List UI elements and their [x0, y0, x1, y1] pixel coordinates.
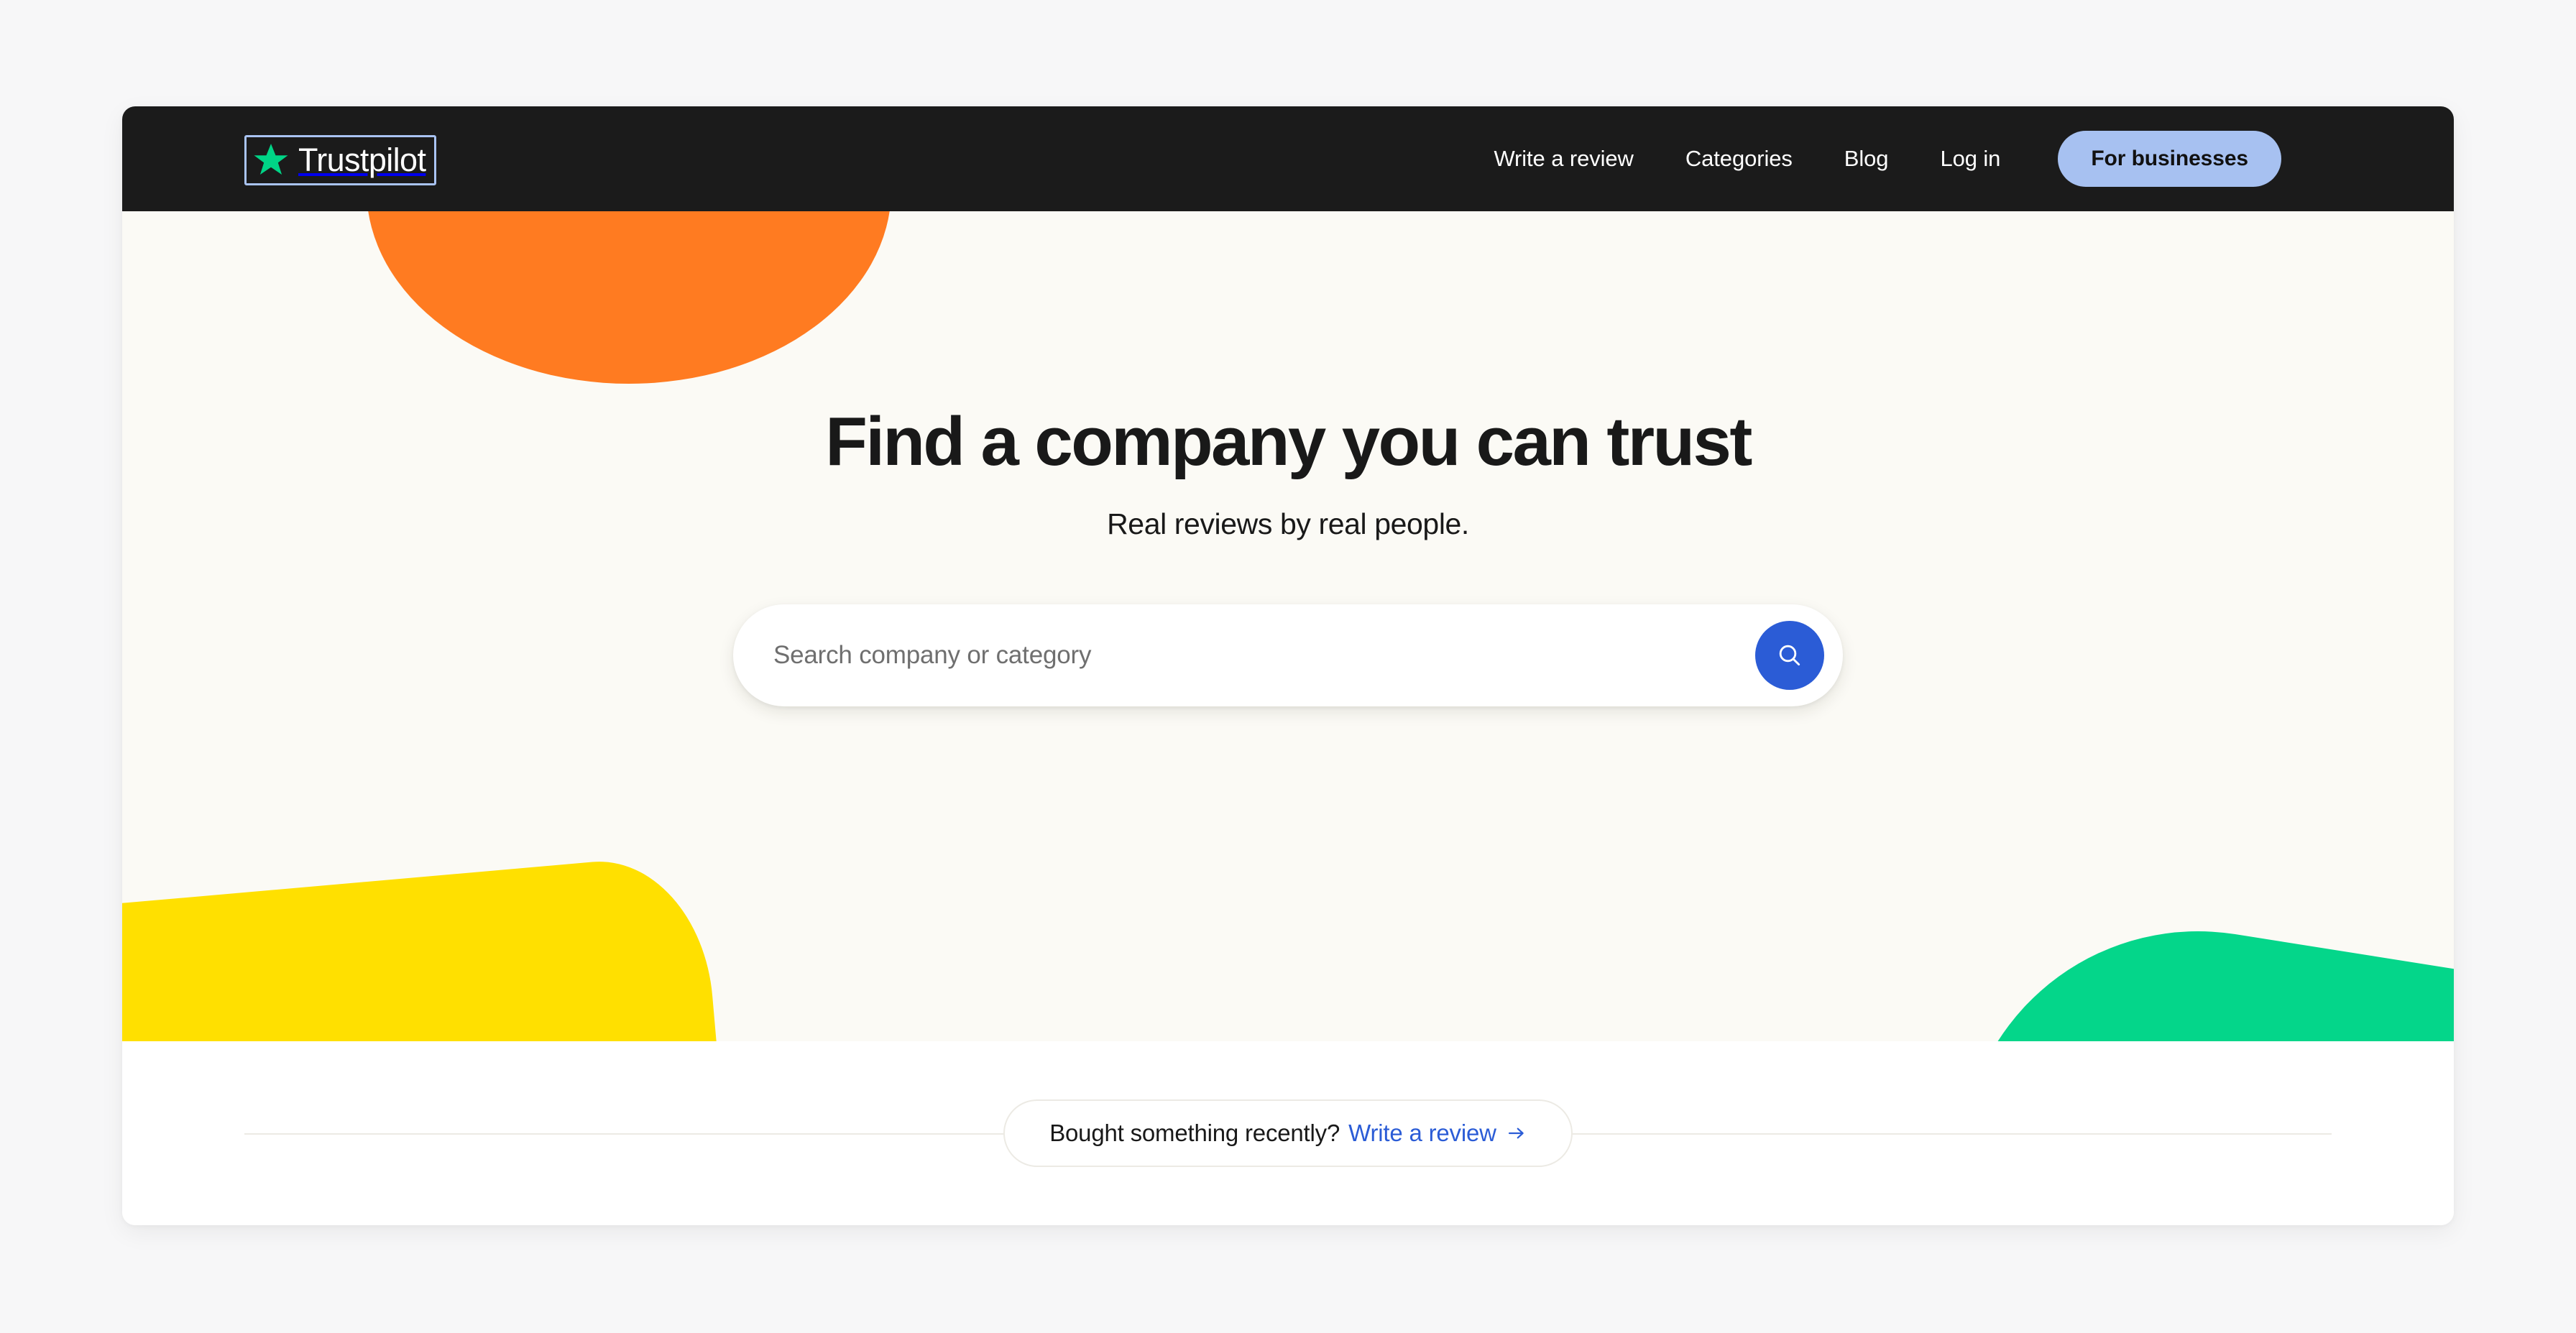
cta-prompt-text: Bought something recently?	[1049, 1120, 1340, 1146]
arrow-right-icon	[1508, 1127, 1524, 1139]
page-subtitle: Real reviews by real people.	[1107, 507, 1469, 540]
nav-item-blog[interactable]: Blog	[1818, 146, 1915, 172]
nav-links-group: Write a review Categories Blog Log in Fo…	[1468, 106, 2281, 211]
green-blob-decoration	[1952, 897, 2454, 1041]
browser-page-card: Trustpilot Write a review Categories Blo…	[122, 106, 2454, 1225]
trustpilot-logo[interactable]: Trustpilot	[244, 135, 437, 185]
yellow-blob-decoration	[122, 852, 735, 1041]
page-title: Find a company you can trust	[825, 403, 1752, 480]
nav-item-categories[interactable]: Categories	[1660, 146, 1818, 172]
hero-section: Find a company you can trust Real review…	[122, 211, 2454, 1041]
star-icon	[254, 144, 288, 175]
logo-wordmark: Trustpilot	[298, 141, 426, 178]
write-review-cta-pill[interactable]: Bought something recently? Write a revie…	[1003, 1099, 1573, 1167]
search-icon	[1779, 645, 1800, 665]
nav-item-log-in[interactable]: Log in	[1914, 146, 2026, 172]
cta-write-a-review-link[interactable]: Write a review	[1348, 1120, 1496, 1147]
for-businesses-button[interactable]: For businesses	[2058, 131, 2281, 187]
search-submit-button[interactable]	[1755, 620, 1824, 690]
bottom-cta-section: Bought something recently? Write a revie…	[122, 1041, 2454, 1225]
search-bar	[733, 604, 1843, 706]
hero-content: Find a company you can trust Real review…	[122, 211, 2454, 706]
top-navigation-bar: Trustpilot Write a review Categories Blo…	[122, 106, 2454, 211]
search-input[interactable]	[733, 604, 1755, 706]
nav-item-write-a-review[interactable]: Write a review	[1468, 146, 1659, 172]
